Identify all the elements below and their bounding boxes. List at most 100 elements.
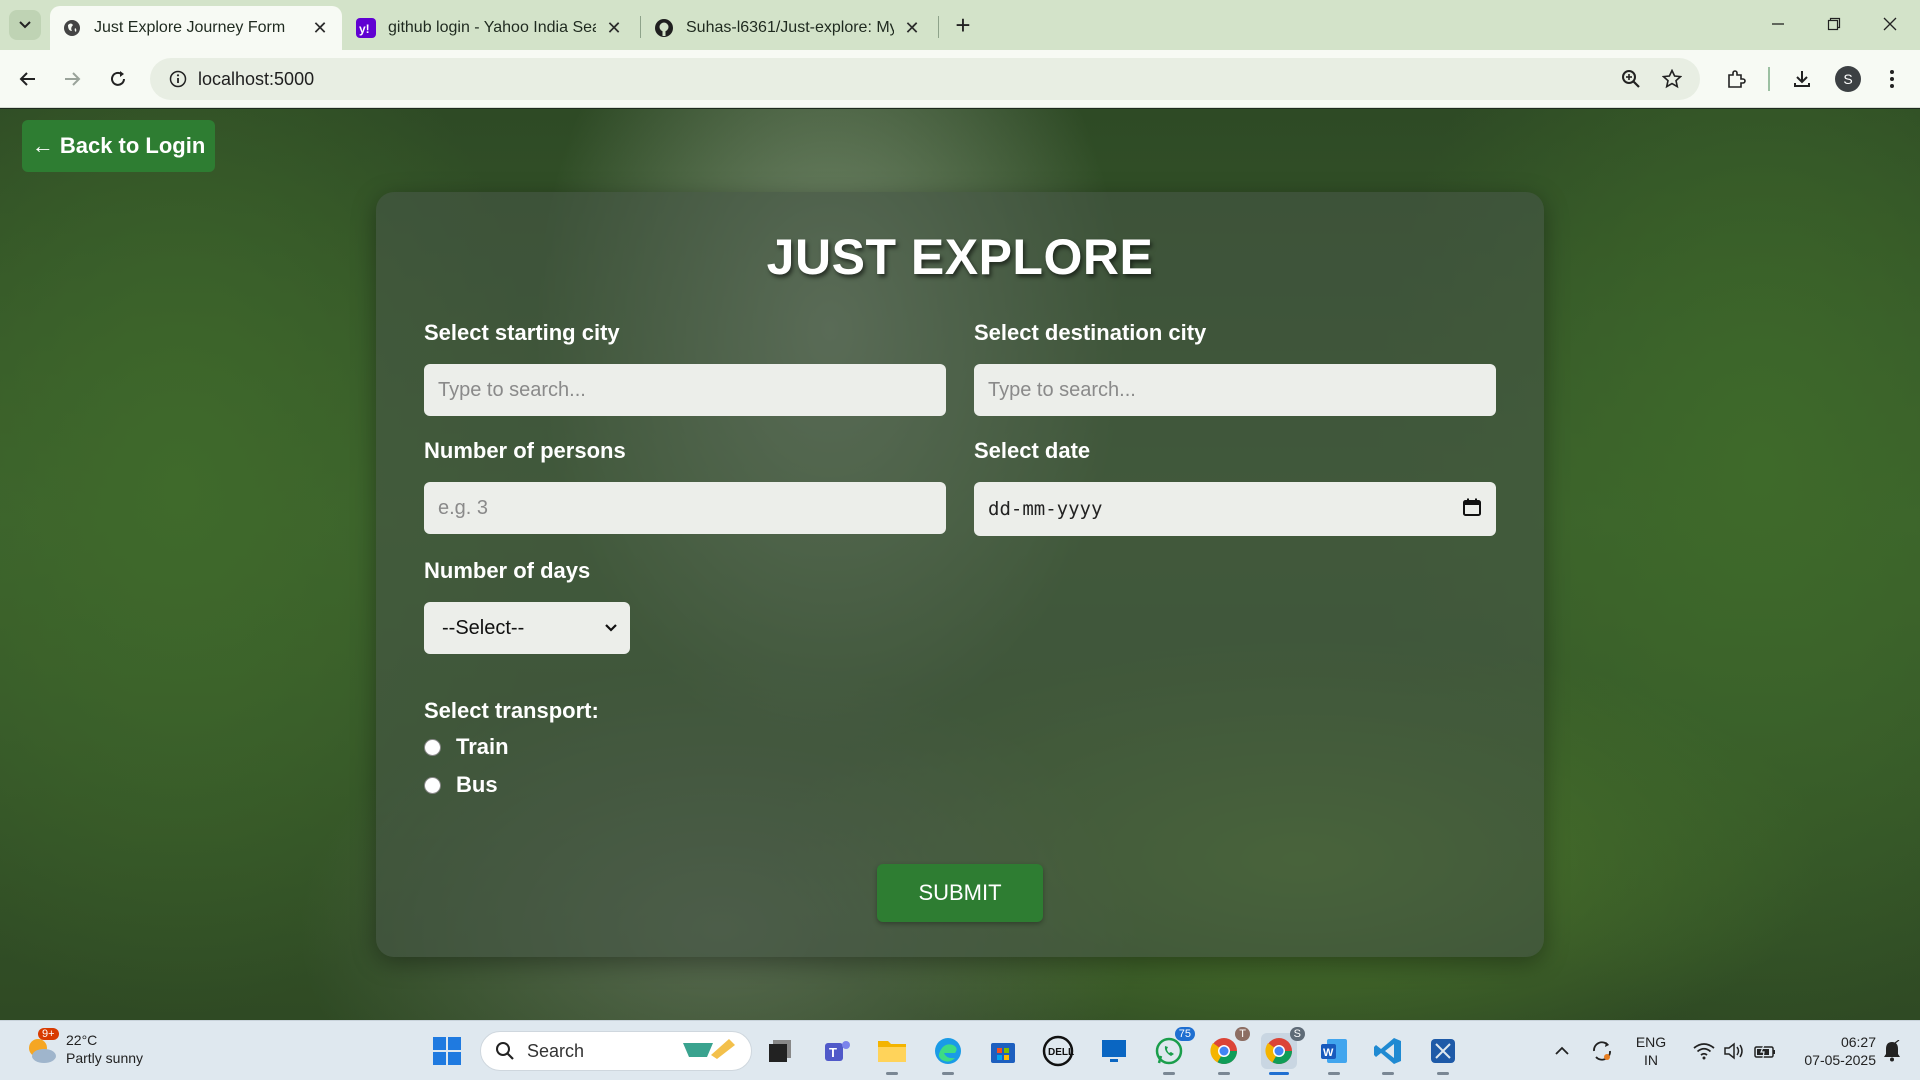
monitor-icon	[1102, 1040, 1126, 1062]
svg-text:W: W	[1323, 1047, 1334, 1059]
chevron-down-icon	[605, 624, 617, 632]
back-to-login-button[interactable]: ← Back to Login	[22, 120, 215, 172]
store-button[interactable]	[985, 1033, 1021, 1069]
browser-menu-button[interactable]	[1876, 63, 1908, 95]
zoom-icon	[1622, 70, 1640, 88]
bus-label: Bus	[456, 772, 498, 797]
days-selected-value: --Select--	[442, 616, 525, 639]
chrome-icon	[1210, 1038, 1238, 1065]
edge-button[interactable]	[930, 1033, 966, 1075]
task-view-button[interactable]	[762, 1033, 798, 1069]
close-window-button[interactable]	[1862, 0, 1918, 48]
submit-button[interactable]: SUBMIT	[877, 864, 1043, 922]
tab-separator	[938, 16, 939, 38]
language-indicator[interactable]: ENG IN	[1630, 1033, 1672, 1069]
train-label: Train	[456, 734, 509, 759]
weather-sun-cloud-icon: 9+	[24, 1028, 59, 1066]
weather-widget[interactable]: 9+ 22°C Partly sunny	[24, 1028, 143, 1067]
site-info-icon[interactable]	[158, 70, 198, 88]
new-tab-button[interactable]: +	[948, 10, 978, 40]
profile-button[interactable]: S	[1832, 63, 1864, 95]
show-hidden-icons-button[interactable]	[1544, 1033, 1580, 1069]
tab-title: Suhas-l6361/Just-explore: My n	[686, 19, 894, 36]
running-indicator	[1163, 1072, 1175, 1075]
calendar-icon[interactable]	[1462, 497, 1482, 522]
days-label: Number of days	[424, 558, 591, 583]
weather-alert-badge: 9+	[38, 1028, 59, 1040]
file-explorer-button[interactable]	[874, 1033, 910, 1075]
days-select[interactable]: --Select--	[424, 602, 630, 654]
svg-text:y!: y!	[359, 22, 370, 36]
chrome-profile-t-button[interactable]: T	[1206, 1027, 1250, 1075]
running-indicator	[942, 1072, 954, 1075]
tab-strip: Just Explore Journey Form ✕ y! github lo…	[0, 0, 1920, 50]
start-button[interactable]	[429, 1033, 465, 1069]
windows-taskbar: 9+ 22°C Partly sunny Search T DELL 75 T …	[0, 1020, 1920, 1080]
chrome-profile-s-button[interactable]: S	[1261, 1027, 1305, 1075]
dell-button[interactable]: DELL	[1040, 1033, 1076, 1069]
globe-icon	[62, 18, 82, 38]
start-city-input[interactable]: Type to search...	[424, 364, 946, 416]
tab-yahoo-search[interactable]: y! github login - Yahoo India Sear ✕	[344, 6, 636, 50]
more-vertical-icon	[1890, 70, 1894, 88]
yahoo-icon: y!	[356, 18, 376, 38]
tab-title: Just Explore Journey Form	[94, 19, 286, 36]
reload-button[interactable]	[102, 63, 134, 95]
back-nav-button[interactable]	[12, 63, 44, 95]
transport-option-bus[interactable]: Bus	[424, 772, 498, 798]
chrome-profile-badge: T	[1235, 1027, 1250, 1041]
close-tab-icon[interactable]: ✕	[604, 18, 624, 38]
clock[interactable]: 06:27 07-05-2025	[1780, 1033, 1876, 1069]
vscode-icon	[1374, 1038, 1401, 1064]
toolbar-separator	[1768, 67, 1770, 91]
restore-button[interactable]	[1806, 0, 1862, 48]
notifications-button[interactable]	[1874, 1033, 1910, 1069]
dell-icon: DELL	[1042, 1035, 1074, 1067]
minimize-icon	[1772, 23, 1784, 25]
snipping-tool-button[interactable]	[1425, 1033, 1461, 1075]
close-icon	[1883, 17, 1897, 31]
clock-date: 07-05-2025	[1804, 1052, 1876, 1068]
bookmark-button[interactable]	[1656, 63, 1688, 95]
tab-search-button[interactable]	[9, 10, 41, 40]
forward-nav-button[interactable]	[56, 63, 88, 95]
quick-settings-button[interactable]	[1680, 1033, 1790, 1069]
persons-input[interactable]: e.g. 3	[424, 482, 946, 534]
minimize-button[interactable]	[1750, 0, 1806, 48]
train-radio[interactable]	[424, 738, 441, 756]
downloads-button[interactable]	[1786, 63, 1818, 95]
dest-city-input[interactable]: Type to search...	[974, 364, 1496, 416]
clock-time: 06:27	[1840, 1034, 1876, 1050]
whatsapp-button[interactable]: 75	[1151, 1027, 1195, 1075]
teams-icon: T	[825, 1041, 850, 1061]
store-icon	[991, 1043, 1015, 1063]
tab-just-explore[interactable]: Just Explore Journey Form ✕	[50, 6, 342, 50]
transport-option-train[interactable]: Train	[424, 734, 509, 760]
bus-radio[interactable]	[424, 776, 441, 794]
address-bar[interactable]: localhost:5000	[150, 58, 1700, 100]
vscode-button[interactable]	[1370, 1033, 1406, 1075]
tab-github-repo[interactable]: Suhas-l6361/Just-explore: My n ✕	[642, 6, 934, 50]
close-tab-icon[interactable]: ✕	[310, 18, 330, 38]
extensions-button[interactable]	[1720, 63, 1752, 95]
zoom-button[interactable]	[1615, 63, 1647, 95]
word-button[interactable]: W	[1316, 1033, 1352, 1075]
running-indicator	[886, 1072, 898, 1075]
date-input[interactable]: dd-mm-yyyy	[974, 482, 1496, 536]
running-indicator	[1218, 1072, 1230, 1075]
teams-button[interactable]: T	[820, 1033, 856, 1069]
running-indicator	[1328, 1072, 1340, 1075]
running-indicator	[1382, 1072, 1394, 1075]
bell-icon	[1884, 1040, 1900, 1062]
language-code: ENG	[1635, 1034, 1667, 1050]
folder-icon	[878, 1041, 906, 1062]
taskbar-search-box[interactable]: Search	[480, 1031, 752, 1071]
remote-desktop-button[interactable]	[1096, 1033, 1132, 1069]
close-tab-icon[interactable]: ✕	[902, 18, 922, 38]
star-icon	[1662, 69, 1682, 89]
word-icon: W	[1321, 1039, 1347, 1063]
sync-button[interactable]	[1584, 1033, 1620, 1069]
transport-label: Select transport:	[424, 698, 599, 723]
tab-title: github login - Yahoo India Sear	[388, 19, 596, 36]
region-code: IN	[1644, 1052, 1658, 1068]
